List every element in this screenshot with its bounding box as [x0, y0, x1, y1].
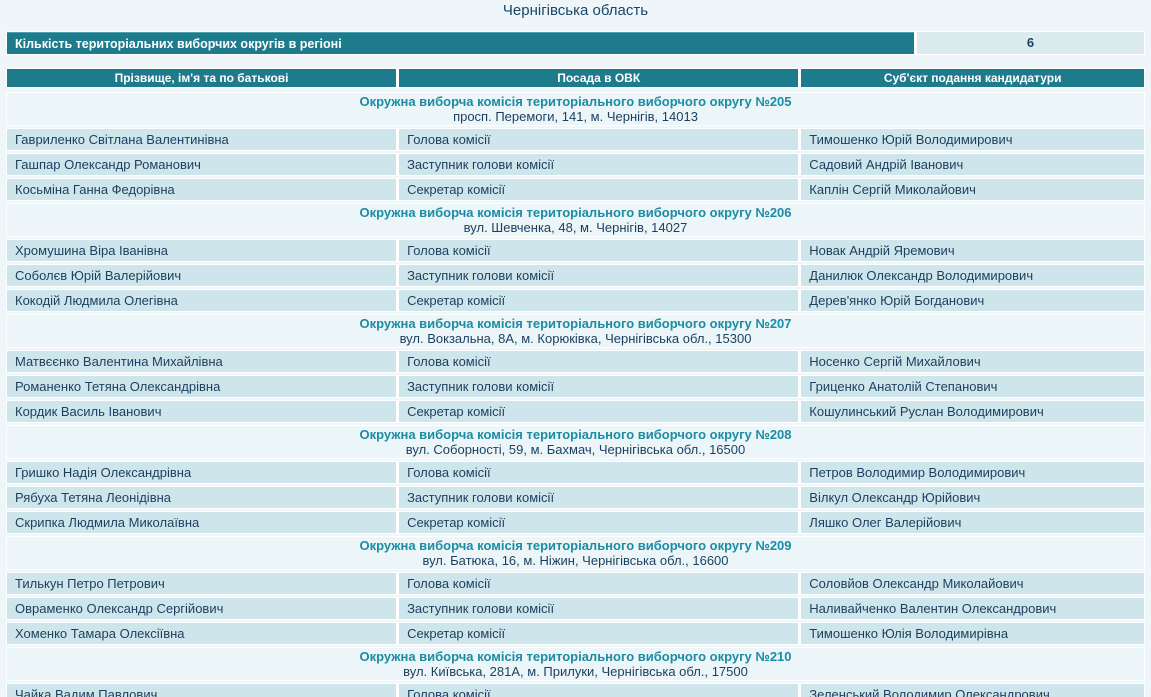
- column-header-subject: Суб'єкт подання кандидатури: [801, 69, 1144, 87]
- column-header-position: Посада в ОВК: [399, 69, 798, 87]
- cell-nominating-subject: Новак Андрій Яремович: [801, 240, 1144, 261]
- cell-person-name: Романенко Тетяна Олександрівна: [7, 376, 396, 397]
- district-group-address: вул. Вокзальна, 8А, м. Корюківка, Черніг…: [7, 331, 1144, 346]
- cell-nominating-subject: Соловйов Олександр Миколайович: [801, 573, 1144, 594]
- district-group-header: Окружна виборча комісія територіального …: [6, 425, 1145, 459]
- cell-position: Секретар комісії: [399, 179, 798, 200]
- district-group-address: вул. Київська, 281А, м. Прилуки, Чернігі…: [7, 664, 1144, 679]
- table-row: Овраменко Олександр Сергійович Заступник…: [6, 597, 1145, 620]
- cell-nominating-subject: Тимошенко Юрій Володимирович: [801, 129, 1144, 150]
- cell-position: Голова комісії: [399, 684, 798, 697]
- cell-person-name: Тилькун Петро Петрович: [7, 573, 396, 594]
- region-count-bar: Кількість територіальних виборчих округі…: [6, 31, 1145, 55]
- table-row: Романенко Тетяна Олександрівна Заступник…: [6, 375, 1145, 398]
- cell-position: Секретар комісії: [399, 290, 798, 311]
- cell-person-name: Косьміна Ганна Федорівна: [7, 179, 396, 200]
- cell-position: Заступник голови комісії: [399, 487, 798, 508]
- district-group-title: Окружна виборча комісія територіального …: [7, 538, 1144, 553]
- cell-nominating-subject: Тимошенко Юлія Володимирівна: [801, 623, 1144, 644]
- cell-person-name: Скрипка Людмила Миколаївна: [7, 512, 396, 533]
- cell-position: Заступник голови комісії: [399, 154, 798, 175]
- district-group-address: вул. Батюка, 16, м. Ніжин, Чернігівська …: [7, 553, 1144, 568]
- district-group: Окружна виборча комісія територіального …: [6, 314, 1145, 423]
- cell-nominating-subject: Вілкул Олександр Юрійович: [801, 487, 1144, 508]
- table-header-row: Прізвище, ім'я та по батькові Посада в О…: [6, 68, 1145, 88]
- cell-position: Секретар комісії: [399, 623, 798, 644]
- table-row: Тилькун Петро Петрович Голова комісії Со…: [6, 572, 1145, 595]
- cell-nominating-subject: Кошулинський Руслан Володимирович: [801, 401, 1144, 422]
- district-group: Окружна виборча комісія територіального …: [6, 92, 1145, 201]
- cell-nominating-subject: Ляшко Олег Валерійович: [801, 512, 1144, 533]
- cell-nominating-subject: Садовий Андрій Іванович: [801, 154, 1144, 175]
- district-group-header: Окружна виборча комісія територіального …: [6, 92, 1145, 126]
- district-group-header: Окружна виборча комісія територіального …: [6, 647, 1145, 681]
- cell-person-name: Рябуха Тетяна Леонідівна: [7, 487, 396, 508]
- table-row: Хромушина Віра Іванівна Голова комісії Н…: [6, 239, 1145, 262]
- cell-position: Голова комісії: [399, 573, 798, 594]
- table-row: Соболєв Юрій Валерійович Заступник голов…: [6, 264, 1145, 287]
- cell-person-name: Овраменко Олександр Сергійович: [7, 598, 396, 619]
- table-body: Окружна виборча комісія територіального …: [6, 90, 1145, 697]
- cell-person-name: Гашпар Олександр Романович: [7, 154, 396, 175]
- cell-nominating-subject: Гриценко Анатолій Степанович: [801, 376, 1144, 397]
- column-header-name: Прізвище, ім'я та по батькові: [7, 69, 396, 87]
- table-row: Рябуха Тетяна Леонідівна Заступник голов…: [6, 486, 1145, 509]
- district-group-header: Окружна виборча комісія територіального …: [6, 536, 1145, 570]
- cell-position: Голова комісії: [399, 129, 798, 150]
- cell-nominating-subject: Данилюк Олександр Володимирович: [801, 265, 1144, 286]
- cell-person-name: Кокодій Людмила Олегівна: [7, 290, 396, 311]
- district-group: Окружна виборча комісія територіального …: [6, 536, 1145, 645]
- cell-nominating-subject: Петров Володимир Володимирович: [801, 462, 1144, 483]
- cell-person-name: Соболєв Юрій Валерійович: [7, 265, 396, 286]
- cell-position: Заступник голови комісії: [399, 265, 798, 286]
- table-row: Чайка Вадим Павлович Голова комісії Зеле…: [6, 683, 1145, 697]
- table-row: Кокодій Людмила Олегівна Секретар комісі…: [6, 289, 1145, 312]
- district-group-title: Окружна виборча комісія територіального …: [7, 427, 1144, 442]
- cell-nominating-subject: Носенко Сергій Михайлович: [801, 351, 1144, 372]
- cell-person-name: Гавриленко Світлана Валентинівна: [7, 129, 396, 150]
- district-group-title: Окружна виборча комісія територіального …: [7, 94, 1144, 109]
- cell-person-name: Кордик Василь Іванович: [7, 401, 396, 422]
- table-row: Хоменко Тамара Олексіївна Секретар коміс…: [6, 622, 1145, 645]
- district-group-address: вул. Соборності, 59, м. Бахмач, Чернігів…: [7, 442, 1144, 457]
- district-group-title: Окружна виборча комісія територіального …: [7, 205, 1144, 220]
- cell-position: Заступник голови комісії: [399, 598, 798, 619]
- table-row: Матвєєнко Валентина Михайлівна Голова ко…: [6, 350, 1145, 373]
- cell-position: Голова комісії: [399, 462, 798, 483]
- district-group: Окружна виборча комісія територіального …: [6, 425, 1145, 534]
- table-row: Косьміна Ганна Федорівна Секретар комісі…: [6, 178, 1145, 201]
- district-group-header: Окружна виборча комісія територіального …: [6, 314, 1145, 348]
- table-row: Гришко Надія Олександрівна Голова комісі…: [6, 461, 1145, 484]
- cell-nominating-subject: Зеленський Володимир Олександрович: [801, 684, 1144, 697]
- cell-nominating-subject: Наливайченко Валентин Олександрович: [801, 598, 1144, 619]
- cell-person-name: Матвєєнко Валентина Михайлівна: [7, 351, 396, 372]
- district-group-address: вул. Шевченка, 48, м. Чернігів, 14027: [7, 220, 1144, 235]
- district-group-address: просп. Перемоги, 141, м. Чернігів, 14013: [7, 109, 1144, 124]
- cell-person-name: Чайка Вадим Павлович: [7, 684, 396, 697]
- table-row: Гавриленко Світлана Валентинівна Голова …: [6, 128, 1145, 151]
- cell-person-name: Гришко Надія Олександрівна: [7, 462, 396, 483]
- commissions-table: Прізвище, ім'я та по батькові Посада в О…: [6, 68, 1145, 697]
- cell-position: Голова комісії: [399, 240, 798, 261]
- table-row: Кордик Василь Іванович Секретар комісії …: [6, 400, 1145, 423]
- cell-person-name: Хромушина Віра Іванівна: [7, 240, 396, 261]
- cell-position: Секретар комісії: [399, 512, 798, 533]
- region-count-value: 6: [917, 32, 1144, 54]
- cell-person-name: Хоменко Тамара Олексіївна: [7, 623, 396, 644]
- cell-position: Заступник голови комісії: [399, 376, 798, 397]
- district-group: Окружна виборча комісія територіального …: [6, 647, 1145, 697]
- cell-position: Голова комісії: [399, 351, 798, 372]
- district-group-title: Окружна виборча комісія територіального …: [7, 649, 1144, 664]
- cell-nominating-subject: Дерев'янко Юрій Богданович: [801, 290, 1144, 311]
- page-title: Чернігівська область: [0, 0, 1151, 19]
- district-group: Окружна виборча комісія територіального …: [6, 203, 1145, 312]
- cell-nominating-subject: Каплін Сергій Миколайович: [801, 179, 1144, 200]
- table-row: Гашпар Олександр Романович Заступник гол…: [6, 153, 1145, 176]
- district-group-title: Окружна виборча комісія територіального …: [7, 316, 1144, 331]
- district-group-header: Окружна виборча комісія територіального …: [6, 203, 1145, 237]
- cell-position: Секретар комісії: [399, 401, 798, 422]
- region-count-label: Кількість територіальних виборчих округі…: [7, 32, 914, 54]
- table-row: Скрипка Людмила Миколаївна Секретар комі…: [6, 511, 1145, 534]
